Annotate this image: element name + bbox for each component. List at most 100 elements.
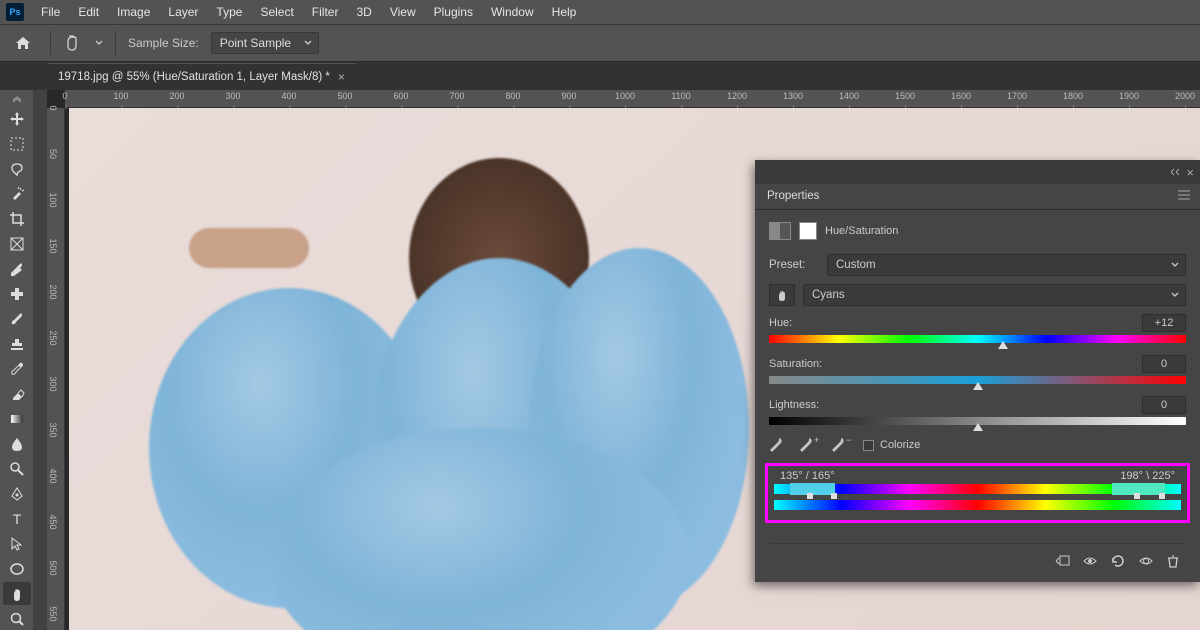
chevron-down-icon: [304, 39, 312, 47]
home-icon: [15, 36, 31, 50]
svg-text:−: −: [846, 435, 851, 445]
svg-text:+: +: [814, 435, 819, 445]
ruler-tick: 0: [48, 105, 58, 110]
menu-help[interactable]: Help: [543, 1, 586, 23]
lightness-label: Lightness:: [769, 399, 819, 411]
ruler-tick: 0: [62, 91, 67, 101]
ruler-tick: 200: [169, 91, 184, 101]
eyedropper-tool[interactable]: [3, 258, 31, 281]
panel-header: ×: [755, 160, 1200, 184]
ruler-tick: 900: [561, 91, 576, 101]
lightness-slider[interactable]: [769, 417, 1186, 425]
lightness-value[interactable]: 0: [1142, 396, 1186, 414]
ruler-tick: 1500: [895, 91, 915, 101]
menu-layer[interactable]: Layer: [159, 1, 207, 23]
close-icon[interactable]: ×: [338, 70, 345, 84]
saturation-value[interactable]: 0: [1142, 355, 1186, 373]
wand-tool[interactable]: [3, 183, 31, 206]
toolbox: T: [0, 90, 33, 630]
menu-3d[interactable]: 3D: [347, 1, 380, 23]
ruler-tick: 100: [113, 91, 128, 101]
menu-file[interactable]: File: [32, 1, 69, 23]
frame-tool[interactable]: [3, 233, 31, 256]
saturation-slider[interactable]: [769, 376, 1186, 384]
spectrum-top[interactable]: [774, 484, 1181, 494]
hue-slider[interactable]: [769, 335, 1186, 343]
eyedropper-icon[interactable]: [769, 437, 785, 453]
ruler-tick: 400: [281, 91, 296, 101]
colorize-label: Colorize: [880, 439, 920, 451]
menu-edit[interactable]: Edit: [69, 1, 108, 23]
chevron-down-icon: [1171, 291, 1179, 299]
ruler-tick: 1800: [1063, 91, 1083, 101]
panel-menu-icon[interactable]: [1168, 184, 1200, 209]
menu-view[interactable]: View: [381, 1, 425, 23]
document-tab[interactable]: 19718.jpg @ 55% (Hue/Saturation 1, Layer…: [48, 63, 355, 90]
menu-image[interactable]: Image: [108, 1, 159, 23]
ruler-tick: 50: [48, 149, 58, 159]
type-tool[interactable]: T: [3, 507, 31, 530]
ruler-tick: 450: [48, 514, 58, 529]
separator: [50, 31, 51, 55]
panel-toggle-strip[interactable]: [33, 90, 47, 630]
preset-label: Preset:: [769, 259, 819, 271]
ruler-tick: 1100: [671, 91, 690, 101]
blur-tool[interactable]: [3, 432, 31, 455]
ruler-tick: 550: [48, 606, 58, 621]
mask-icon[interactable]: [799, 222, 817, 240]
hue-value[interactable]: +12: [1142, 314, 1186, 332]
saturation-label: Saturation:: [769, 358, 822, 370]
menu-type[interactable]: Type: [207, 1, 251, 23]
shape-tool[interactable]: [3, 557, 31, 580]
preset-dropdown[interactable]: Custom: [827, 254, 1186, 276]
sample-size-dropdown[interactable]: Point Sample: [211, 32, 319, 54]
collapse-handle[interactable]: [7, 96, 27, 102]
ruler-tick: 150: [48, 238, 58, 253]
menu-select[interactable]: Select: [251, 1, 302, 23]
colorize-checkbox[interactable]: [863, 440, 874, 451]
menu-filter[interactable]: Filter: [303, 1, 348, 23]
hand-tool[interactable]: [3, 582, 31, 605]
chevron-down-icon[interactable]: [95, 39, 103, 47]
ruler-tick: 1200: [727, 91, 747, 101]
gradient-tool[interactable]: [3, 407, 31, 430]
visibility-icon[interactable]: [1138, 554, 1154, 568]
heal-tool[interactable]: [3, 283, 31, 306]
hand-tool-icon[interactable]: [63, 33, 83, 53]
marquee-tool[interactable]: [3, 133, 31, 156]
crop-tool[interactable]: [3, 208, 31, 231]
properties-tab[interactable]: Properties: [755, 184, 831, 209]
path-select-tool[interactable]: [3, 532, 31, 555]
clip-to-layer-icon[interactable]: [1054, 554, 1070, 568]
ruler-vertical: 050100150200250300350400450500550: [47, 108, 65, 630]
collapse-icon[interactable]: [1170, 167, 1180, 177]
view-previous-icon[interactable]: [1082, 554, 1098, 568]
ruler-tick: 300: [48, 376, 58, 391]
properties-panel: × Properties Hue/Saturation Preset: Cust…: [755, 160, 1200, 582]
channel-dropdown[interactable]: Cyans: [803, 284, 1186, 306]
menu-bar: Ps File Edit Image Layer Type Select Fil…: [0, 0, 1200, 24]
move-tool[interactable]: [3, 108, 31, 131]
stamp-tool[interactable]: [3, 333, 31, 356]
ruler-tick: 250: [48, 330, 58, 345]
targeted-adjust-button[interactable]: [769, 284, 795, 306]
history-brush-tool[interactable]: [3, 358, 31, 381]
eyedropper-subtract-icon[interactable]: −: [831, 437, 849, 453]
trash-icon[interactable]: [1166, 554, 1180, 568]
eraser-tool[interactable]: [3, 382, 31, 405]
menu-plugins[interactable]: Plugins: [425, 1, 482, 23]
home-button[interactable]: [8, 30, 38, 56]
reset-icon[interactable]: [1110, 554, 1126, 568]
ruler-tick: 350: [48, 422, 58, 437]
zoom-tool[interactable]: [3, 607, 31, 630]
eyedropper-add-icon[interactable]: +: [799, 437, 817, 453]
adjustment-name: Hue/Saturation: [825, 225, 898, 237]
dodge-tool[interactable]: [3, 457, 31, 480]
menu-window[interactable]: Window: [482, 1, 543, 23]
svg-text:T: T: [12, 511, 21, 527]
ruler-horizontal: 0100200300400500600700800900100011001200…: [65, 90, 1200, 108]
lasso-tool[interactable]: [3, 158, 31, 181]
brush-tool[interactable]: [3, 308, 31, 331]
pen-tool[interactable]: [3, 482, 31, 505]
close-icon[interactable]: ×: [1186, 165, 1194, 180]
